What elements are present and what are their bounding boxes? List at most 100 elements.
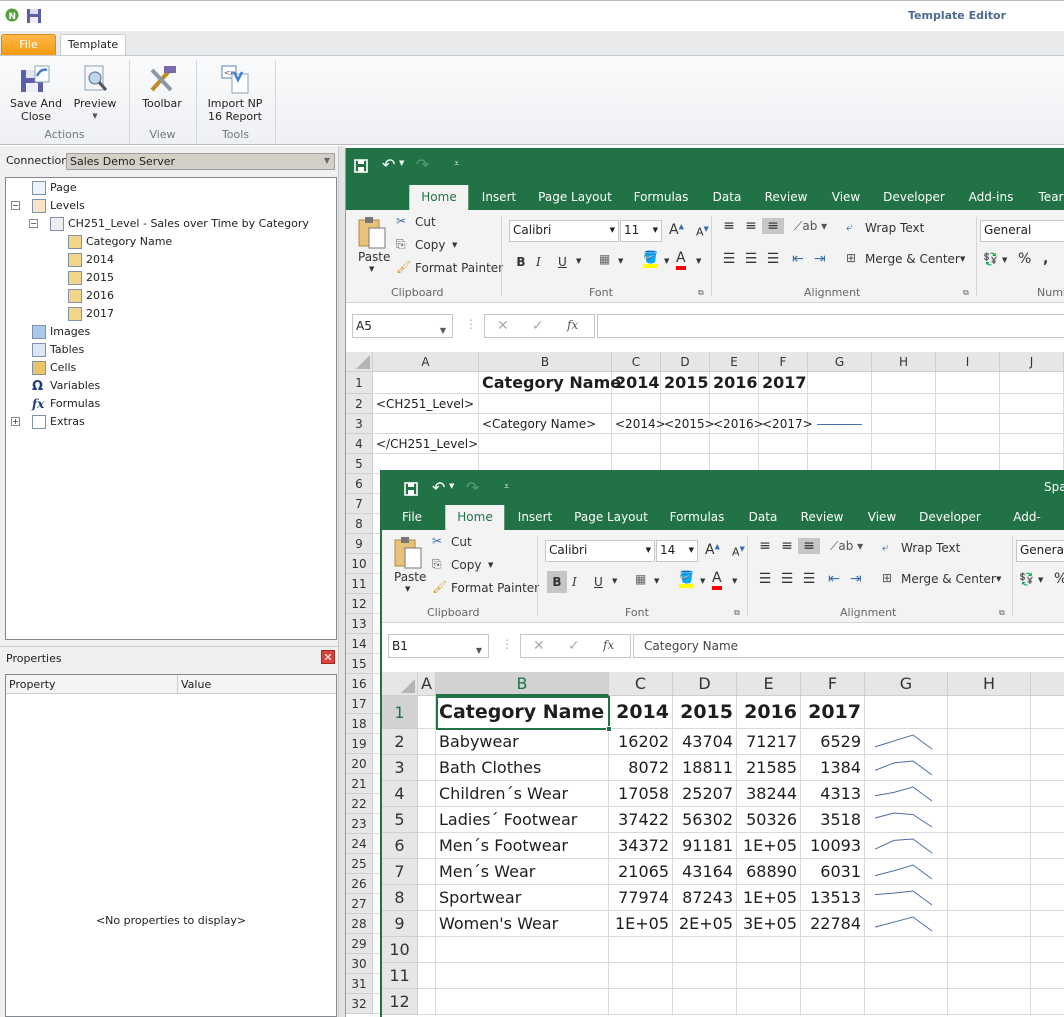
font-dialog-launcher[interactable]: ⧉ [734, 608, 740, 618]
decrease-indent-icon[interactable]: ⇤ [828, 571, 840, 587]
cancel-icon[interactable]: ✕ [533, 638, 545, 654]
tree-item[interactable]: Tables [50, 341, 84, 359]
number-format-select[interactable]: General [1016, 540, 1064, 562]
increase-indent-icon[interactable]: ⇥ [814, 251, 826, 267]
cell[interactable] [948, 781, 1031, 807]
cell[interactable] [872, 394, 936, 414]
tab-review[interactable]: Review [789, 505, 856, 530]
value-cell[interactable]: 25207 [673, 781, 733, 807]
cell[interactable] [1031, 833, 1064, 859]
template-cell[interactable]: <2016> [713, 414, 764, 434]
row-header[interactable]: 4 [382, 781, 418, 807]
header-cell[interactable]: 2017 [801, 696, 861, 729]
column-header[interactable]: C [612, 352, 661, 372]
cell[interactable] [948, 729, 1031, 755]
font-size-select[interactable]: 11 ▼ [620, 220, 662, 242]
template-cell[interactable]: <Category Name> [482, 414, 596, 434]
value-cell[interactable]: 1384 [801, 755, 861, 781]
value-cell[interactable]: 3E+05 [737, 911, 797, 937]
tab-review[interactable]: Review [753, 185, 820, 210]
row-header[interactable]: 14 [346, 634, 373, 654]
toolbar-button[interactable]: Toolbar [134, 64, 190, 110]
row-header[interactable]: 4 [346, 434, 373, 454]
tree-item[interactable]: Levels [50, 197, 85, 215]
column-header[interactable]: D [661, 352, 710, 372]
selected-cell-b1[interactable] [436, 696, 612, 732]
cell[interactable] [865, 989, 948, 1015]
template-cell[interactable]: <CH251_Level> [376, 394, 474, 414]
header-cell[interactable]: 2016 [713, 372, 758, 394]
cell[interactable] [710, 434, 759, 454]
column-header[interactable]: D [673, 672, 737, 696]
underline-button[interactable]: U [594, 571, 603, 593]
value-cell[interactable]: 1E+05 [609, 911, 669, 937]
row-header[interactable]: 26 [346, 874, 373, 894]
tab-home[interactable]: Home [445, 505, 505, 530]
tree-item[interactable]: Cells [50, 359, 76, 377]
decrease-font-icon[interactable]: A▼ [696, 225, 709, 239]
cell[interactable] [948, 755, 1031, 781]
cell[interactable] [418, 755, 436, 781]
cell[interactable] [948, 885, 1031, 911]
import-np16-button[interactable]: <x Import NP 16 Report [202, 64, 268, 123]
tree-item[interactable]: 2016 [86, 287, 114, 305]
customize-toolbar-icon[interactable]: ⩡ [504, 482, 509, 492]
row-header[interactable]: 12 [382, 989, 418, 1015]
cell[interactable] [1031, 755, 1064, 781]
cell[interactable] [1031, 911, 1064, 937]
cell[interactable] [1031, 937, 1064, 963]
tab-view[interactable]: View [820, 185, 872, 210]
tab-file[interactable]: File [390, 505, 434, 530]
cell[interactable] [418, 963, 436, 989]
paste-dropdown-icon[interactable]: ▼ [369, 265, 374, 273]
tab-formulas[interactable]: Formulas [658, 505, 737, 530]
collapse-toggle[interactable]: − [29, 219, 38, 228]
header-cell[interactable]: 2014 [609, 696, 669, 729]
category-cell[interactable]: Women's Wear [439, 911, 558, 937]
tree-item[interactable]: 2017 [86, 305, 114, 323]
column-header[interactable] [1031, 672, 1064, 696]
save-icon[interactable] [354, 159, 368, 173]
row-header[interactable]: 5 [346, 454, 373, 474]
cell[interactable] [872, 372, 936, 394]
cell[interactable] [801, 989, 865, 1015]
font-name-select[interactable]: Calibri ▼ [545, 540, 655, 562]
insert-function-icon[interactable]: fx [603, 638, 614, 652]
save-icon[interactable] [404, 482, 418, 496]
column-header[interactable]: F [801, 672, 865, 696]
collapse-toggle[interactable]: − [11, 201, 20, 210]
tree-item[interactable]: 2014 [86, 251, 114, 269]
tab-add-ins[interactable]: Add-ins [1001, 505, 1053, 549]
row-header[interactable]: 10 [382, 937, 418, 963]
value-cell[interactable]: 21585 [737, 755, 797, 781]
tab-developer[interactable]: Developer [907, 505, 993, 530]
row-header[interactable]: 1 [346, 372, 373, 394]
row-header[interactable]: 19 [346, 734, 373, 754]
align-top-icon[interactable]: ≡ [718, 218, 740, 234]
row-header[interactable]: 9 [382, 911, 418, 937]
cell[interactable] [1031, 729, 1064, 755]
value-cell[interactable]: 43164 [673, 859, 733, 885]
align-middle-icon[interactable]: ≡ [740, 218, 762, 234]
cell[interactable] [737, 989, 801, 1015]
row-header[interactable]: 11 [382, 963, 418, 989]
header-cell[interactable]: 2017 [762, 372, 807, 394]
column-header[interactable]: A [373, 352, 479, 372]
cell[interactable] [1000, 372, 1064, 394]
value-cell[interactable]: 22784 [801, 911, 861, 937]
column-header[interactable]: B [436, 672, 609, 696]
column-header-value[interactable]: Value [178, 675, 336, 694]
value-cell[interactable]: 34372 [609, 833, 669, 859]
tab-data[interactable]: Data [701, 185, 754, 210]
cell[interactable] [759, 434, 808, 454]
cell[interactable] [418, 937, 436, 963]
borders-icon[interactable]: ▦ [635, 572, 646, 586]
select-all-button[interactable] [382, 672, 418, 696]
cell[interactable] [948, 911, 1031, 937]
cell[interactable] [948, 963, 1031, 989]
cell[interactable] [673, 937, 737, 963]
cell[interactable] [865, 963, 948, 989]
undo-dropdown-icon[interactable]: ▼ [449, 482, 454, 490]
header-cell[interactable]: 2015 [673, 696, 733, 729]
cell[interactable] [948, 833, 1031, 859]
